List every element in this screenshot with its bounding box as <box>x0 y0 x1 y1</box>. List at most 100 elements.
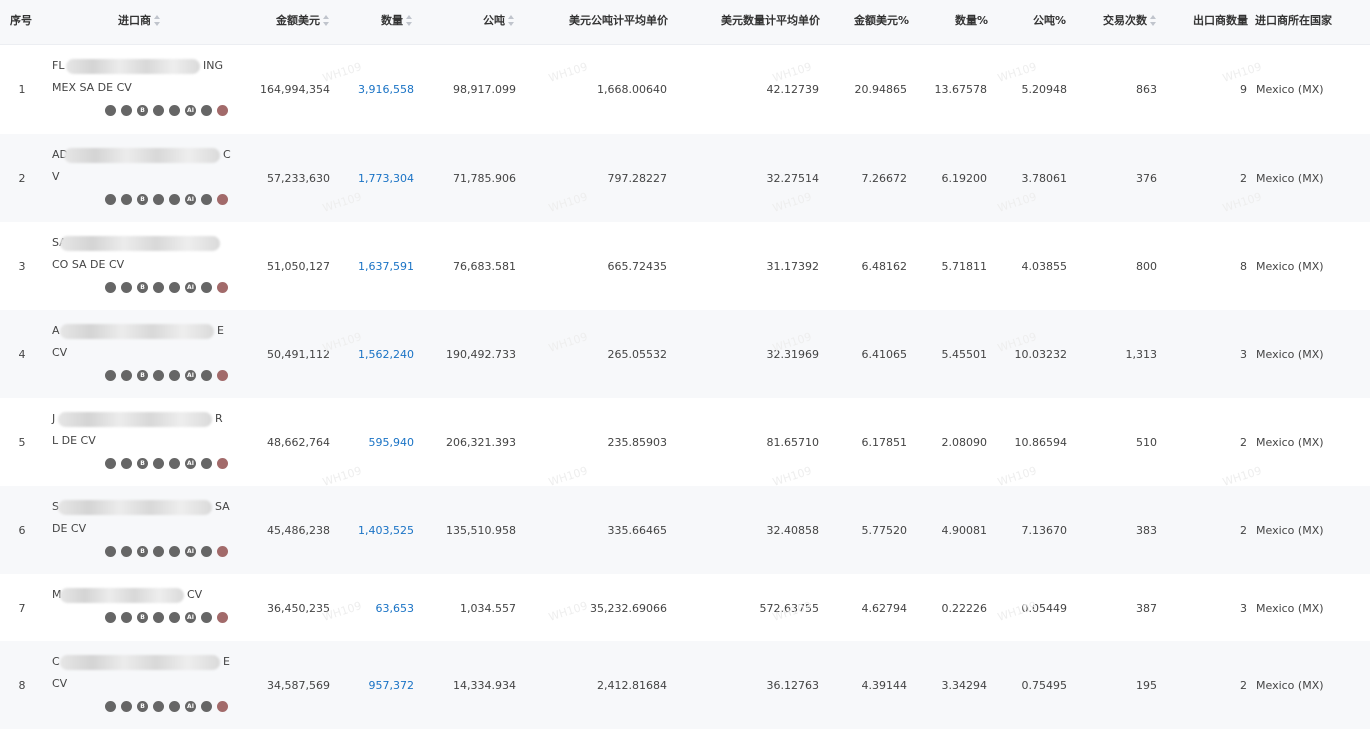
plus-circle-icon[interactable] <box>121 458 132 469</box>
plus-circle-icon[interactable] <box>121 701 132 712</box>
chat-icon[interactable] <box>153 370 164 381</box>
col-importer[interactable]: 进口商 <box>118 0 161 44</box>
bill-of-lading-icon[interactable]: B <box>137 105 148 116</box>
ai-icon[interactable]: AI <box>185 282 196 293</box>
col-tons[interactable]: 公吨 <box>483 0 515 44</box>
table-row[interactable]: 4 A E CV B AI 50,491,112 1,562,240 190,492.733 26… <box>0 310 1370 398</box>
flag-icon[interactable] <box>217 105 228 116</box>
globe-icon[interactable] <box>169 701 180 712</box>
cell-quantity[interactable]: 1,562,240 <box>358 348 414 361</box>
chat-icon[interactable] <box>153 282 164 293</box>
people-icon[interactable] <box>201 282 212 293</box>
target-icon[interactable] <box>105 194 116 205</box>
plus-circle-icon[interactable] <box>121 546 132 557</box>
chat-icon[interactable] <box>153 105 164 116</box>
target-icon[interactable] <box>105 105 116 116</box>
globe-icon[interactable] <box>169 282 180 293</box>
ai-icon[interactable]: AI <box>185 612 196 623</box>
bill-of-lading-icon[interactable]: B <box>137 612 148 623</box>
sort-icon[interactable] <box>508 14 515 26</box>
sort-icon[interactable] <box>323 14 330 26</box>
importer-name-line2[interactable]: V <box>52 170 60 183</box>
importer-name-end[interactable]: R <box>215 412 223 425</box>
globe-icon[interactable] <box>169 194 180 205</box>
chat-icon[interactable] <box>153 546 164 557</box>
col-trades[interactable]: 交易次数 <box>1103 0 1157 44</box>
sort-icon[interactable] <box>406 14 413 26</box>
globe-icon[interactable] <box>169 546 180 557</box>
importer-name-end[interactable]: E <box>223 655 230 668</box>
cell-quantity[interactable]: 1,773,304 <box>358 172 414 185</box>
importer-name-end[interactable]: ING <box>203 59 223 72</box>
ai-icon[interactable]: AI <box>185 370 196 381</box>
importer-name-line2[interactable]: CV <box>52 346 67 359</box>
sort-icon[interactable] <box>1150 14 1157 26</box>
flag-icon[interactable] <box>217 194 228 205</box>
flag-icon[interactable] <box>217 612 228 623</box>
importer-name-line2[interactable]: MEX SA DE CV <box>52 81 132 94</box>
people-icon[interactable] <box>201 458 212 469</box>
importer-name-line2[interactable]: CO SA DE CV <box>52 258 124 271</box>
ai-icon[interactable]: AI <box>185 701 196 712</box>
people-icon[interactable] <box>201 612 212 623</box>
plus-circle-icon[interactable] <box>121 370 132 381</box>
chat-icon[interactable] <box>153 194 164 205</box>
plus-circle-icon[interactable] <box>121 282 132 293</box>
cell-quantity[interactable]: 1,637,591 <box>358 260 414 273</box>
target-icon[interactable] <box>105 458 116 469</box>
col-amount-usd[interactable]: 金额美元 <box>276 0 330 44</box>
globe-icon[interactable] <box>169 612 180 623</box>
target-icon[interactable] <box>105 370 116 381</box>
importer-name-line2[interactable]: DE CV <box>52 522 86 535</box>
flag-icon[interactable] <box>217 546 228 557</box>
target-icon[interactable] <box>105 701 116 712</box>
cell-quantity[interactable]: 63,653 <box>376 602 415 615</box>
chat-icon[interactable] <box>153 458 164 469</box>
people-icon[interactable] <box>201 194 212 205</box>
ai-icon[interactable]: AI <box>185 546 196 557</box>
target-icon[interactable] <box>105 546 116 557</box>
bill-of-lading-icon[interactable]: B <box>137 370 148 381</box>
target-icon[interactable] <box>105 612 116 623</box>
importer-name-start[interactable]: J <box>52 412 55 425</box>
target-icon[interactable] <box>105 282 116 293</box>
importer-name-line2[interactable]: CV <box>52 677 67 690</box>
cell-quantity[interactable]: 3,916,558 <box>358 83 414 96</box>
importer-name-start[interactable]: FL <box>52 59 64 72</box>
globe-icon[interactable] <box>169 370 180 381</box>
table-row[interactable]: 3SACO SA DE CVBAI51,050,1271,637,59176,6… <box>0 222 1370 310</box>
chat-icon[interactable] <box>153 612 164 623</box>
importer-name-start[interactable]: A <box>52 324 60 337</box>
table-row[interactable]: 5 J R L DE CV B AI 48,662,764 595,940 206,321.39… <box>0 398 1370 486</box>
bill-of-lading-icon[interactable]: B <box>137 282 148 293</box>
plus-circle-icon[interactable] <box>121 612 132 623</box>
flag-icon[interactable] <box>217 458 228 469</box>
bill-of-lading-icon[interactable]: B <box>137 458 148 469</box>
people-icon[interactable] <box>201 105 212 116</box>
people-icon[interactable] <box>201 701 212 712</box>
globe-icon[interactable] <box>169 105 180 116</box>
ai-icon[interactable]: AI <box>185 194 196 205</box>
plus-circle-icon[interactable] <box>121 194 132 205</box>
bill-of-lading-icon[interactable]: B <box>137 546 148 557</box>
bill-of-lading-icon[interactable]: B <box>137 194 148 205</box>
ai-icon[interactable]: AI <box>185 105 196 116</box>
importer-name-end[interactable]: E <box>217 324 224 337</box>
table-row[interactable]: 8 C E CV B AI 34,587,569 957,372 14,334.934 2,412… <box>0 641 1370 729</box>
importer-name-start[interactable]: C <box>52 655 60 668</box>
cell-quantity[interactable]: 595,940 <box>369 436 415 449</box>
people-icon[interactable] <box>201 546 212 557</box>
table-row[interactable]: 6 S SA DE CV B AI 45,486,238 1,403,525 135,510.9… <box>0 486 1370 574</box>
globe-icon[interactable] <box>169 458 180 469</box>
sort-icon[interactable] <box>154 14 161 26</box>
col-quantity[interactable]: 数量 <box>381 0 413 44</box>
cell-quantity[interactable]: 1,403,525 <box>358 524 414 537</box>
table-row[interactable]: 1 FL ING MEX SA DE CV B AI 164,994,354 3,916,55… <box>0 45 1370 133</box>
bill-of-lading-icon[interactable]: B <box>137 701 148 712</box>
ai-icon[interactable]: AI <box>185 458 196 469</box>
importer-name-end[interactable]: CV <box>187 588 202 601</box>
plus-circle-icon[interactable] <box>121 105 132 116</box>
flag-icon[interactable] <box>217 282 228 293</box>
flag-icon[interactable] <box>217 701 228 712</box>
table-row[interactable]: 7 M CV B AI 36,450,235 63,653 1,034.557 35,232.6… <box>0 575 1370 641</box>
